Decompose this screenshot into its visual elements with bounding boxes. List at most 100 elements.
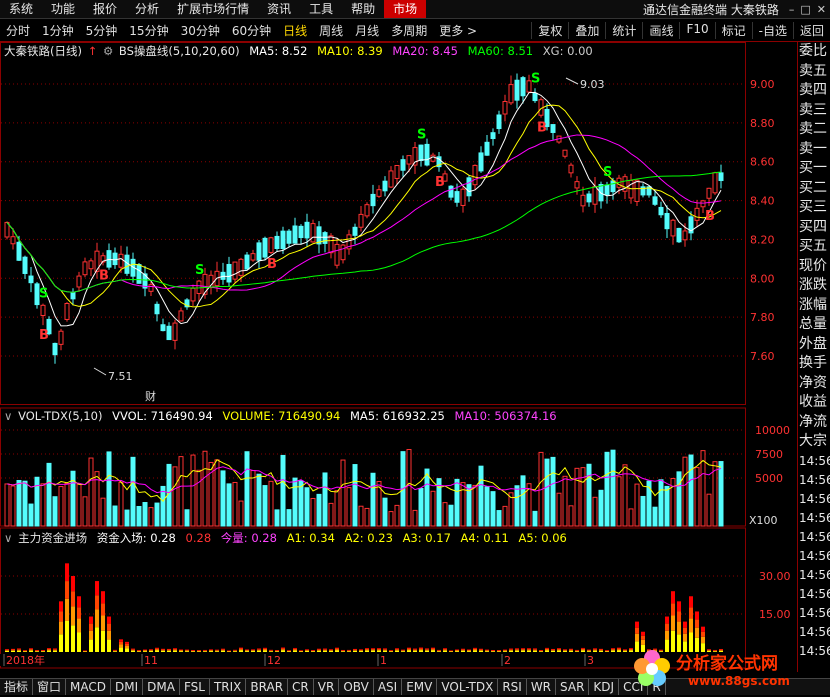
fund-bar (623, 650, 627, 652)
period-tab-9[interactable]: 多周期 (385, 22, 433, 39)
fund-bar (353, 650, 357, 651)
fund-bar (695, 627, 699, 638)
indicator-tab-15[interactable]: WR (527, 679, 557, 695)
fund-bar (515, 648, 519, 650)
sidebar-field-8: 买三 (799, 199, 827, 215)
toolbar-button-7[interactable]: 返回 (792, 21, 830, 39)
collapse-icon[interactable]: ∨ (4, 409, 12, 423)
fund-bar (107, 623, 111, 631)
fund-bar (635, 627, 639, 634)
indicator-tab-6[interactable]: TRIX (210, 679, 247, 695)
maximize-icon[interactable]: □ (800, 3, 810, 16)
period-tab-0[interactable]: 分时 (0, 22, 36, 39)
indicator-tab-16[interactable]: SAR (556, 679, 590, 695)
candle-body (478, 152, 484, 172)
indicator-tab-10[interactable]: OBV (339, 679, 374, 695)
volume-bar (610, 449, 616, 527)
volume-bar (154, 502, 160, 527)
indicator-tab-11[interactable]: ASI (374, 679, 403, 695)
menu-item-0[interactable]: 系统 (0, 0, 42, 18)
fund-bar (203, 651, 207, 652)
fund-bar (437, 651, 441, 652)
signal-b: B (267, 257, 277, 272)
indicator-tab-5[interactable]: FSL (180, 679, 210, 695)
volume-bar (448, 504, 454, 527)
volume-bar (568, 505, 574, 527)
indicator-tab-2[interactable]: MACD (66, 679, 112, 695)
minimize-icon[interactable]: – (789, 3, 795, 16)
indicator-tab-8[interactable]: CR (288, 679, 314, 695)
period-tab-5[interactable]: 60分钟 (226, 22, 277, 39)
indicator-tab-1[interactable]: 窗口 (33, 679, 67, 695)
volume-bar (502, 505, 508, 527)
indicator-tab-4[interactable]: DMA (143, 679, 180, 695)
period-tab-4[interactable]: 30分钟 (175, 22, 226, 39)
kline-chart[interactable]: 9.008.808.608.408.208.007.807.60SBB S BSBS… (0, 42, 797, 697)
indicator-name: BS操盘线(5,10,20,60) (118, 44, 240, 58)
menu-item-3[interactable]: 分析 (126, 0, 168, 18)
volume-bar (160, 485, 166, 527)
indicator-tab-9[interactable]: VR (314, 679, 340, 695)
volume-bar (196, 469, 202, 527)
period-tab-7[interactable]: 周线 (313, 22, 349, 39)
period-tab-6[interactable]: 日线 (277, 22, 313, 39)
indicator-tab-13[interactable]: VOL-TDX (437, 679, 499, 695)
toolbar-button-4[interactable]: F10 (679, 21, 714, 39)
period-tab-10[interactable]: 更多 > (433, 22, 483, 39)
candle-body (670, 219, 676, 237)
volume-bar (496, 510, 502, 527)
candle-body (172, 322, 178, 341)
menu-item-7[interactable]: 帮助 (342, 0, 384, 18)
gear-icon[interactable]: ⚙ (103, 44, 113, 58)
indicator-tab-0[interactable]: 指标 (0, 679, 34, 695)
indicator-tab-7[interactable]: BRAR (246, 679, 289, 695)
volume-bar (256, 473, 262, 527)
fund-bar (431, 648, 435, 650)
volume-bar (292, 477, 298, 527)
sidebar-field-17: 净资 (799, 374, 827, 391)
indicator-tab-12[interactable]: EMV (402, 679, 438, 695)
collapse-icon[interactable]: ∨ (4, 531, 12, 545)
close-icon[interactable]: ✕ (817, 3, 826, 16)
toolbar-button-5[interactable]: 标记 (714, 21, 752, 39)
period-tab-2[interactable]: 5分钟 (80, 22, 124, 39)
volume-bar (544, 458, 550, 527)
period-tab-3[interactable]: 15分钟 (123, 22, 174, 39)
menu-item-6[interactable]: 工具 (300, 0, 342, 18)
period-tab-1[interactable]: 1分钟 (36, 22, 80, 39)
signal-b: B (39, 328, 49, 343)
fund-bar (311, 650, 315, 651)
arrow-up-icon: ↑ (87, 44, 98, 58)
fund-bar (605, 650, 609, 651)
menu-item-2[interactable]: 报价 (84, 0, 126, 18)
fund-bar (521, 650, 525, 652)
indicator-tab-17[interactable]: KDJ (589, 679, 620, 695)
ma10-value: MA10: 8.39 (317, 44, 383, 58)
fund-bar (479, 649, 483, 651)
indicator-tab-14[interactable]: RSI (498, 679, 527, 695)
fund-a1: A1: 0.34 (286, 531, 335, 545)
menu-item-5[interactable]: 资讯 (258, 0, 300, 18)
fund-bar (215, 650, 219, 651)
toolbar-button-1[interactable]: 叠加 (568, 21, 605, 39)
fund-in-value: 资金入场: 0.28 (96, 531, 176, 545)
menu-item-4[interactable]: 扩展市场行情 (168, 0, 258, 18)
toolbar-button-6[interactable]: -自选 (751, 21, 793, 39)
period-tab-8[interactable]: 月线 (349, 22, 385, 39)
sidebar-field-13: 涨幅 (799, 296, 827, 313)
fund-bar (527, 648, 531, 649)
sidebar-field-16: 换手 (799, 355, 827, 371)
fund-bar (77, 596, 81, 608)
fund-bar (143, 650, 147, 651)
fund-bar (473, 648, 477, 650)
volume-bar (136, 505, 142, 527)
fund-bar (107, 616, 111, 624)
indicator-tab-3[interactable]: DMI (111, 679, 144, 695)
menu-item-1[interactable]: 功能 (42, 0, 84, 18)
toolbar-button-3[interactable]: 画线 (642, 21, 679, 39)
fund-bar (233, 649, 237, 651)
menu-item-market[interactable]: 市场 (384, 0, 427, 18)
volume-bar (418, 487, 424, 527)
toolbar-button-2[interactable]: 统计 (605, 21, 642, 39)
toolbar-button-0[interactable]: 复权 (531, 21, 568, 39)
